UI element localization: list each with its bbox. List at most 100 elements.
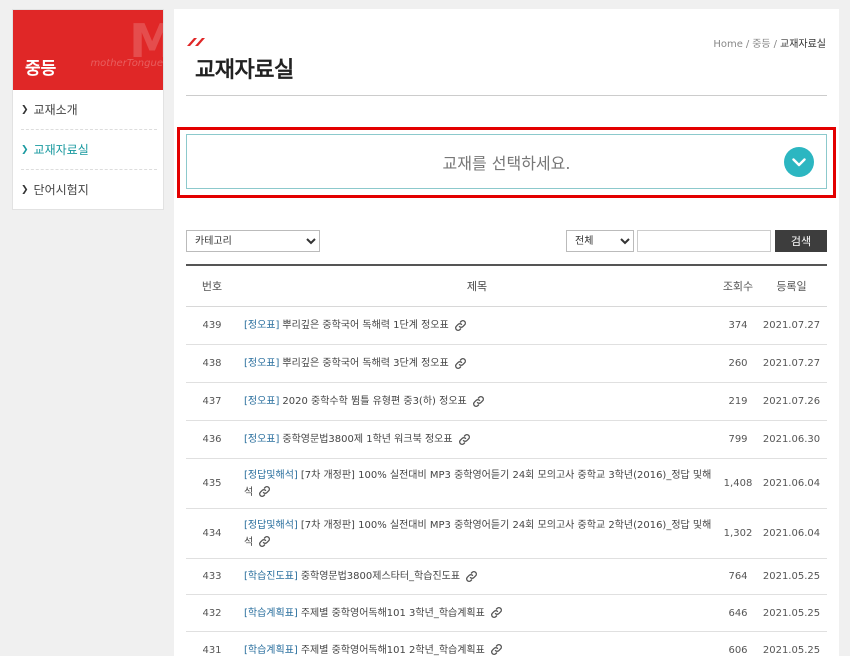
row-date: 2021.07.27 bbox=[762, 358, 821, 369]
header-title: 제목 bbox=[466, 279, 488, 293]
sidebar-item-intro[interactable]: ❯ 교재소개 bbox=[21, 90, 157, 130]
sidebar-item-label: 단어시험지 bbox=[33, 183, 89, 197]
row-title-text[interactable]: 2020 중학수학 뜀틀 유형편 중3(하) 정오표 bbox=[282, 396, 466, 407]
row-title[interactable]: [정오표] 2020 중학수학 뜀틀 유형편 중3(하) 정오표 bbox=[238, 393, 720, 410]
sidebar-title: 중등 bbox=[25, 59, 57, 79]
title-decoration-icon bbox=[187, 38, 205, 46]
materials-table: 번호 제목 조회수 등록일 439 [정오표] 뿌리깊은 중학국어 독해력 1단계 … bbox=[186, 264, 827, 656]
row-title-text[interactable]: 중학영문법3800제스타터_학습진도표 bbox=[301, 571, 460, 582]
row-tag: [정답및해석] bbox=[244, 469, 298, 481]
sidebar-header: M motherTongue 중등 bbox=[13, 10, 163, 90]
row-title-text[interactable]: [7차 개정판] 100% 실전대비 MP3 중학영어듣기 24회 모의고사 중… bbox=[244, 470, 711, 498]
table-row[interactable]: 435 [정답및해석] [7차 개정판] 100% 실전대비 MP3 중학영어듣기 … bbox=[186, 459, 827, 509]
table-row[interactable]: 434 [정답및해석] [7차 개정판] 100% 실전대비 MP3 중학영어듣기 … bbox=[186, 509, 827, 559]
row-title-text[interactable]: 주제별 중학영어독해101 3학년_학습계획표 bbox=[301, 608, 485, 619]
row-title[interactable]: [정오표] 중학영문법3800제 1학년 워크북 정오표 bbox=[238, 431, 720, 448]
row-date: 2021.06.30 bbox=[762, 434, 821, 445]
breadcrumb-separator: / bbox=[773, 39, 777, 50]
link-icon[interactable] bbox=[454, 319, 467, 332]
row-tag: [정오표] bbox=[244, 396, 280, 407]
breadcrumb: Home / 중등 / 교재자료실 bbox=[713, 35, 826, 50]
row-date: 2021.05.25 bbox=[762, 607, 821, 619]
row-views: 374 bbox=[728, 320, 748, 331]
row-num: 432 bbox=[202, 607, 222, 619]
table-row[interactable]: 439 [정오표] 뿌리깊은 중학국어 독해력 1단계 정오표 374 2021.07.… bbox=[186, 307, 827, 345]
row-num: 435 bbox=[202, 478, 222, 489]
table-row[interactable]: 432 [학습계획표] 주제별 중학영어독해101 3학년_학습계획표 646 2021… bbox=[186, 595, 827, 632]
row-num: 438 bbox=[202, 358, 222, 369]
chevron-right-icon: ❯ bbox=[21, 185, 29, 195]
table-row[interactable]: 438 [정오표] 뿌리깊은 중학국어 독해력 3단계 정오표 260 2021.07.… bbox=[186, 345, 827, 383]
row-tag: [정답및해석] bbox=[244, 519, 298, 531]
row-views: 219 bbox=[728, 396, 748, 407]
row-title-text[interactable]: 중학영문법3800제 1학년 워크북 정오표 bbox=[282, 434, 452, 445]
link-icon[interactable] bbox=[454, 357, 467, 370]
link-icon[interactable] bbox=[490, 606, 503, 619]
textbook-selector[interactable]: 교재를 선택하세요. bbox=[186, 134, 827, 189]
row-views: 764 bbox=[728, 571, 748, 582]
sidebar-item-materials[interactable]: ❯ 교재자료실 bbox=[21, 130, 157, 170]
breadcrumb-current: 교재자료실 bbox=[780, 39, 826, 50]
header-date: 등록일 bbox=[776, 280, 807, 293]
search-input[interactable] bbox=[637, 230, 771, 252]
row-title[interactable]: [학습계획표] 주제별 중학영어독해101 2학년_학습계획표 bbox=[238, 642, 720, 656]
brand-logo-sub: motherTongue bbox=[90, 58, 163, 69]
row-tag: [정오표] bbox=[244, 320, 280, 331]
link-icon[interactable] bbox=[490, 643, 503, 656]
row-num: 437 bbox=[202, 396, 222, 407]
row-views: 260 bbox=[728, 358, 748, 369]
search-button[interactable]: 검색 bbox=[775, 230, 827, 252]
sidebar-item-label: 교재소개 bbox=[33, 102, 78, 117]
link-icon[interactable] bbox=[458, 433, 471, 446]
table-row[interactable]: 436 [정오표] 중학영문법3800제 1학년 워크북 정오표 799 2021.06… bbox=[186, 421, 827, 459]
breadcrumb-separator: / bbox=[745, 39, 750, 50]
row-views: 799 bbox=[728, 434, 748, 445]
row-num: 433 bbox=[202, 571, 222, 582]
textbook-selector-label: 교재를 선택하세요. bbox=[442, 153, 571, 173]
table-row[interactable]: 437 [정오표] 2020 중학수학 뜀틀 유형편 중3(하) 정오표 219 202… bbox=[186, 383, 827, 421]
row-num: 431 bbox=[202, 644, 222, 656]
row-views: 646 bbox=[728, 607, 748, 619]
sidebar-menu: ❯ 교재소개 ❯ 교재자료실 ❯ 단어시험지 bbox=[13, 90, 163, 210]
row-tag: [학습계획표] bbox=[244, 644, 298, 656]
table-row[interactable]: 433 [학습진도표] 중학영문법3800제스타터_학습진도표 764 2021.05.… bbox=[186, 559, 827, 595]
breadcrumb-home[interactable]: Home bbox=[713, 39, 743, 50]
table-header: 번호 제목 조회수 등록일 bbox=[186, 266, 827, 307]
link-icon[interactable] bbox=[465, 570, 478, 583]
page: M motherTongue 중등 ❯ 교재소개 ❯ 교재자료실 ❯ 단어시험지… bbox=[0, 0, 850, 656]
link-icon[interactable] bbox=[258, 485, 271, 498]
row-title[interactable]: [학습계획표] 주제별 중학영어독해101 3학년_학습계획표 bbox=[238, 605, 720, 622]
sidebar-item-label: 교재자료실 bbox=[33, 142, 89, 157]
row-title[interactable]: [정오표] 뿌리깊은 중학국어 독해력 1단계 정오표 bbox=[238, 317, 720, 334]
category-select[interactable]: 카테고리 bbox=[186, 230, 320, 252]
row-num: 436 bbox=[202, 434, 222, 445]
row-title-text[interactable]: 뿌리깊은 중학국어 독해력 3단계 정오표 bbox=[282, 358, 448, 369]
row-date: 2021.06.04 bbox=[762, 528, 821, 539]
row-tag: [정오표] bbox=[244, 434, 280, 445]
row-title[interactable]: [정답및해석] [7차 개정판] 100% 실전대비 MP3 중학영어듣기 24회… bbox=[238, 517, 720, 551]
breadcrumb-middle[interactable]: 중등 bbox=[752, 39, 770, 50]
row-views: 1,302 bbox=[723, 528, 753, 539]
search-scope-select[interactable]: 전체 bbox=[566, 230, 634, 252]
link-icon[interactable] bbox=[472, 395, 485, 408]
header-views: 조회수 bbox=[722, 280, 754, 293]
link-icon[interactable] bbox=[258, 535, 271, 548]
row-title[interactable]: [학습진도표] 중학영문법3800제스타터_학습진도표 bbox=[238, 568, 720, 585]
table-row[interactable]: 431 [학습계획표] 주제별 중학영어독해101 2학년_학습계획표 606 2021… bbox=[186, 632, 827, 656]
row-date: 2021.07.27 bbox=[762, 320, 821, 331]
row-views: 606 bbox=[728, 644, 748, 656]
title-divider bbox=[186, 95, 827, 96]
row-title-text[interactable]: 뿌리깊은 중학국어 독해력 1단계 정오표 bbox=[282, 320, 448, 331]
row-title[interactable]: [정오표] 뿌리깊은 중학국어 독해력 3단계 정오표 bbox=[238, 355, 720, 372]
main-panel: 교재자료실 Home / 중등 / 교재자료실 교재를 선택하세요. 카테고리 전체 검… bbox=[174, 9, 839, 656]
row-title-text[interactable]: [7차 개정판] 100% 실전대비 MP3 중학영어듣기 24회 모의고사 중… bbox=[244, 520, 711, 548]
sidebar-item-word-test[interactable]: ❯ 단어시험지 bbox=[21, 170, 157, 210]
row-views: 1,408 bbox=[723, 478, 753, 489]
row-title[interactable]: [정답및해석] [7차 개정판] 100% 실전대비 MP3 중학영어듣기 24회… bbox=[238, 467, 720, 501]
row-date: 2021.06.04 bbox=[762, 478, 821, 489]
chevron-down-icon[interactable] bbox=[784, 147, 814, 177]
row-tag: [정오표] bbox=[244, 358, 280, 369]
chevron-right-icon: ❯ bbox=[21, 104, 29, 115]
row-title-text[interactable]: 주제별 중학영어독해101 2학년_학습계획표 bbox=[301, 645, 485, 656]
row-num: 439 bbox=[202, 320, 222, 331]
